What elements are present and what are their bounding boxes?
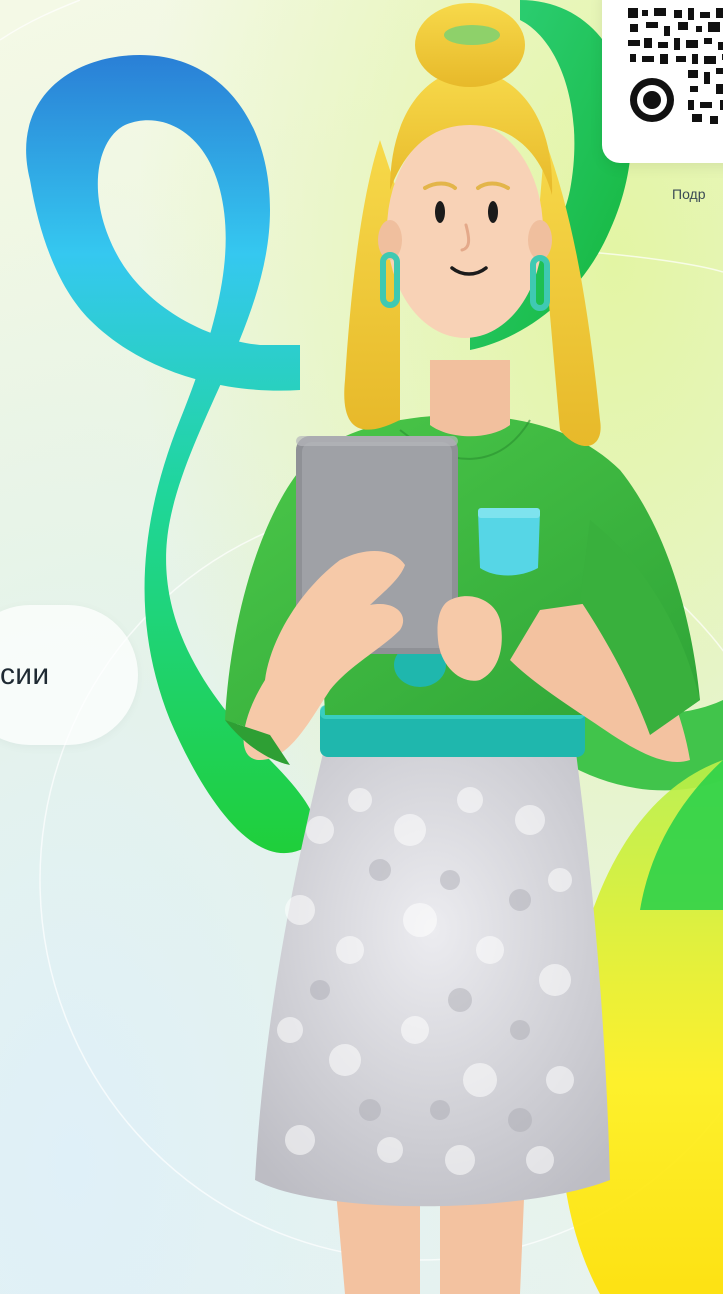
qr-code-icon: [624, 4, 723, 129]
info-pill-label: сии: [0, 658, 50, 691]
qr-caption: Подр: [672, 186, 706, 202]
qr-card: [602, 0, 723, 163]
info-pill[interactable]: сии: [0, 605, 138, 745]
promo-banner: Подр сии: [0, 0, 723, 1294]
